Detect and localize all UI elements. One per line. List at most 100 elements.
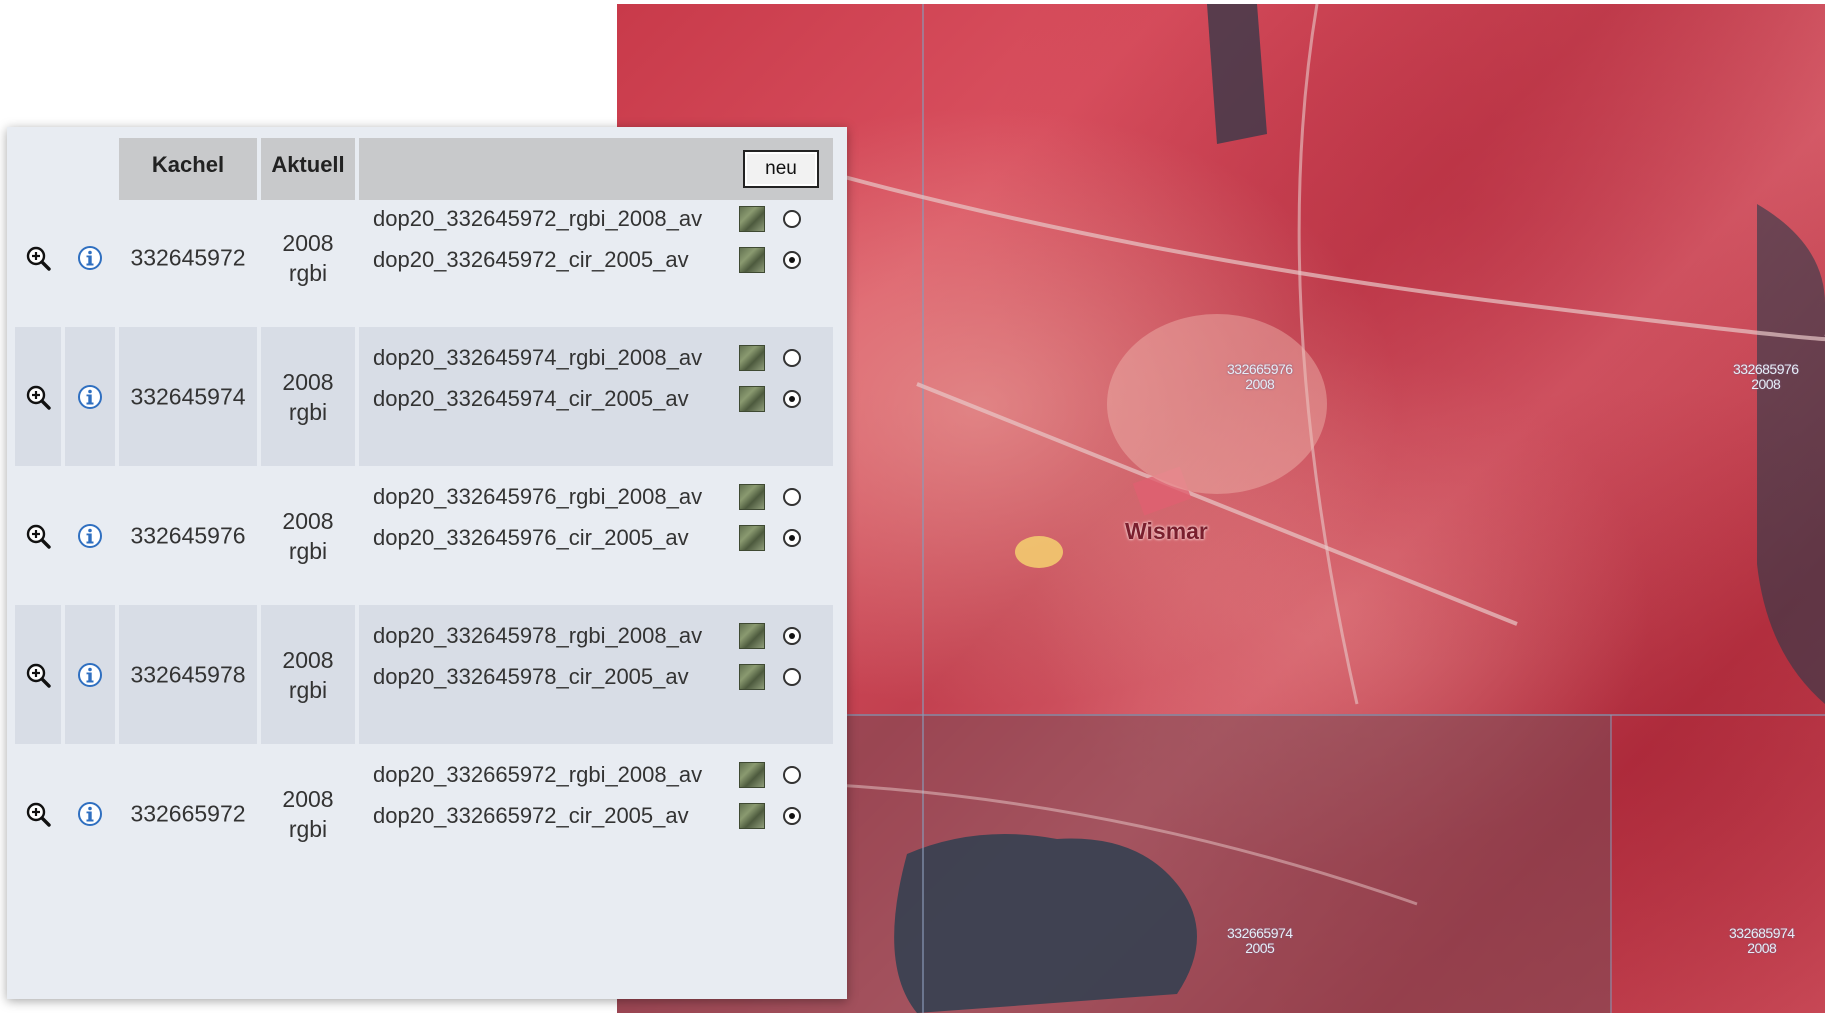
zoom-in-icon[interactable]	[25, 662, 51, 688]
image-thumbnail-icon[interactable]	[739, 345, 765, 371]
file-name: dop20_332645976_rgbi_2008_av	[373, 484, 703, 509]
info-cell	[65, 466, 115, 605]
image-thumbnail-icon[interactable]	[739, 386, 765, 412]
info-icon[interactable]	[77, 384, 103, 410]
file-option: dop20_332645974_rgbi_2008_av	[373, 343, 801, 373]
tile-id-cell: 332645972	[119, 188, 257, 327]
info-cell	[65, 605, 115, 744]
map-tile-label: 332685974 2008	[1729, 925, 1795, 956]
tile-id-cell: 332665972	[119, 744, 257, 883]
info-icon[interactable]	[77, 662, 103, 688]
file-radio[interactable]	[783, 766, 801, 784]
file-name: dop20_332645978_cir_2005_av	[373, 664, 689, 689]
current-cell: 2008 rgbi	[261, 744, 355, 883]
current-cell: 2008 rgbi	[261, 605, 355, 744]
file-radio[interactable]	[783, 390, 801, 408]
table-row: 332645976 2008 rgbi dop20_332645976_rgbi…	[15, 466, 833, 605]
image-thumbnail-icon[interactable]	[739, 803, 765, 829]
file-option: dop20_332645972_cir_2005_av	[373, 245, 801, 275]
file-option: dop20_332645976_rgbi_2008_av	[373, 482, 801, 512]
image-thumbnail-icon[interactable]	[739, 206, 765, 232]
current-type: rgbi	[288, 259, 328, 286]
file-radio[interactable]	[783, 627, 801, 645]
current-type: rgbi	[288, 676, 328, 703]
current-cell: 2008 rgbi	[261, 327, 355, 466]
current-type: rgbi	[288, 537, 328, 564]
zoom-in-icon[interactable]	[25, 245, 51, 271]
current-cell: 2008 rgbi	[261, 466, 355, 605]
water-right	[1757, 204, 1825, 704]
zoom-cell	[15, 327, 61, 466]
tile-id: 332645972	[130, 244, 246, 270]
image-thumbnail-icon[interactable]	[739, 247, 765, 273]
sports-field	[1015, 536, 1063, 568]
image-thumbnail-icon[interactable]	[739, 484, 765, 510]
current-year: 2008	[282, 368, 334, 395]
files-cell: dop20_332645976_rgbi_2008_av dop20_33264…	[359, 466, 833, 605]
file-radio[interactable]	[783, 807, 801, 825]
new-button[interactable]: neu	[743, 150, 819, 188]
tile-id: 332645976	[130, 522, 246, 548]
zoom-in-icon[interactable]	[25, 523, 51, 549]
file-radio[interactable]	[783, 210, 801, 228]
road	[796, 162, 1825, 342]
map-tile-label: 332665974 2005	[1227, 925, 1293, 956]
file-name: dop20_332645974_cir_2005_av	[373, 386, 689, 411]
file-option: dop20_332665972_rgbi_2008_av	[373, 760, 801, 790]
table-row: 332645978 2008 rgbi dop20_332645978_rgbi…	[15, 605, 833, 744]
current-year: 2008	[282, 646, 334, 673]
tile-id-cell: 332645978	[119, 605, 257, 744]
lake	[894, 834, 1197, 1013]
file-radio[interactable]	[783, 488, 801, 506]
zoom-cell	[15, 605, 61, 744]
tile-id-cell: 332645974	[119, 327, 257, 466]
image-thumbnail-icon[interactable]	[739, 664, 765, 690]
current-version: 2008 rgbi	[261, 784, 355, 844]
file-option: dop20_332645976_cir_2005_av	[373, 523, 801, 553]
table-row: 332645974 2008 rgbi dop20_332645974_rgbi…	[15, 327, 833, 466]
map-tile-label: 332685976 2008	[1733, 361, 1799, 392]
tile-id: 332645978	[130, 661, 246, 687]
info-icon[interactable]	[77, 245, 103, 271]
current-year: 2008	[282, 507, 334, 534]
file-name: dop20_332645974_rgbi_2008_av	[373, 345, 703, 370]
current-version: 2008 rgbi	[261, 228, 355, 288]
current-type: rgbi	[288, 398, 328, 425]
file-option: dop20_332645974_cir_2005_av	[373, 384, 801, 414]
file-option: dop20_332665972_cir_2005_av	[373, 801, 801, 831]
header-current-label: Aktuell	[271, 152, 345, 177]
files-cell: dop20_332645972_rgbi_2008_av dop20_33264…	[359, 188, 833, 327]
file-option: dop20_332645972_rgbi_2008_av	[373, 204, 801, 234]
city-label: Wismar	[1125, 518, 1208, 544]
files-cell: dop20_332645978_rgbi_2008_av dop20_33264…	[359, 605, 833, 744]
tile-id: 332665972	[130, 800, 246, 826]
image-thumbnail-icon[interactable]	[739, 762, 765, 788]
image-thumbnail-icon[interactable]	[739, 623, 765, 649]
tile-id-cell: 332645976	[119, 466, 257, 605]
file-name: dop20_332645978_rgbi_2008_av	[373, 623, 703, 648]
info-cell	[65, 327, 115, 466]
zoom-cell	[15, 744, 61, 883]
file-radio[interactable]	[783, 251, 801, 269]
current-year: 2008	[282, 229, 334, 256]
harbour-water	[1207, 4, 1267, 144]
zoom-cell	[15, 188, 61, 327]
zoom-in-icon[interactable]	[25, 801, 51, 827]
info-icon[interactable]	[77, 801, 103, 827]
files-cell: dop20_332665972_rgbi_2008_av dop20_33266…	[359, 744, 833, 883]
file-radio[interactable]	[783, 529, 801, 547]
file-option: dop20_332645978_rgbi_2008_av	[373, 621, 801, 651]
image-thumbnail-icon[interactable]	[739, 525, 765, 551]
info-icon[interactable]	[77, 523, 103, 549]
table-row: 332665972 2008 rgbi dop20_332665972_rgbi…	[15, 744, 833, 883]
map-tile-label: 332665976 2008	[1227, 361, 1293, 392]
current-version: 2008 rgbi	[261, 367, 355, 427]
zoom-cell	[15, 466, 61, 605]
file-name: dop20_332645976_cir_2005_av	[373, 525, 689, 550]
file-name: dop20_332645972_cir_2005_av	[373, 247, 689, 272]
zoom-in-icon[interactable]	[25, 384, 51, 410]
file-radio[interactable]	[783, 349, 801, 367]
header-tile-label: Kachel	[151, 152, 225, 177]
info-cell	[65, 188, 115, 327]
file-radio[interactable]	[783, 668, 801, 686]
